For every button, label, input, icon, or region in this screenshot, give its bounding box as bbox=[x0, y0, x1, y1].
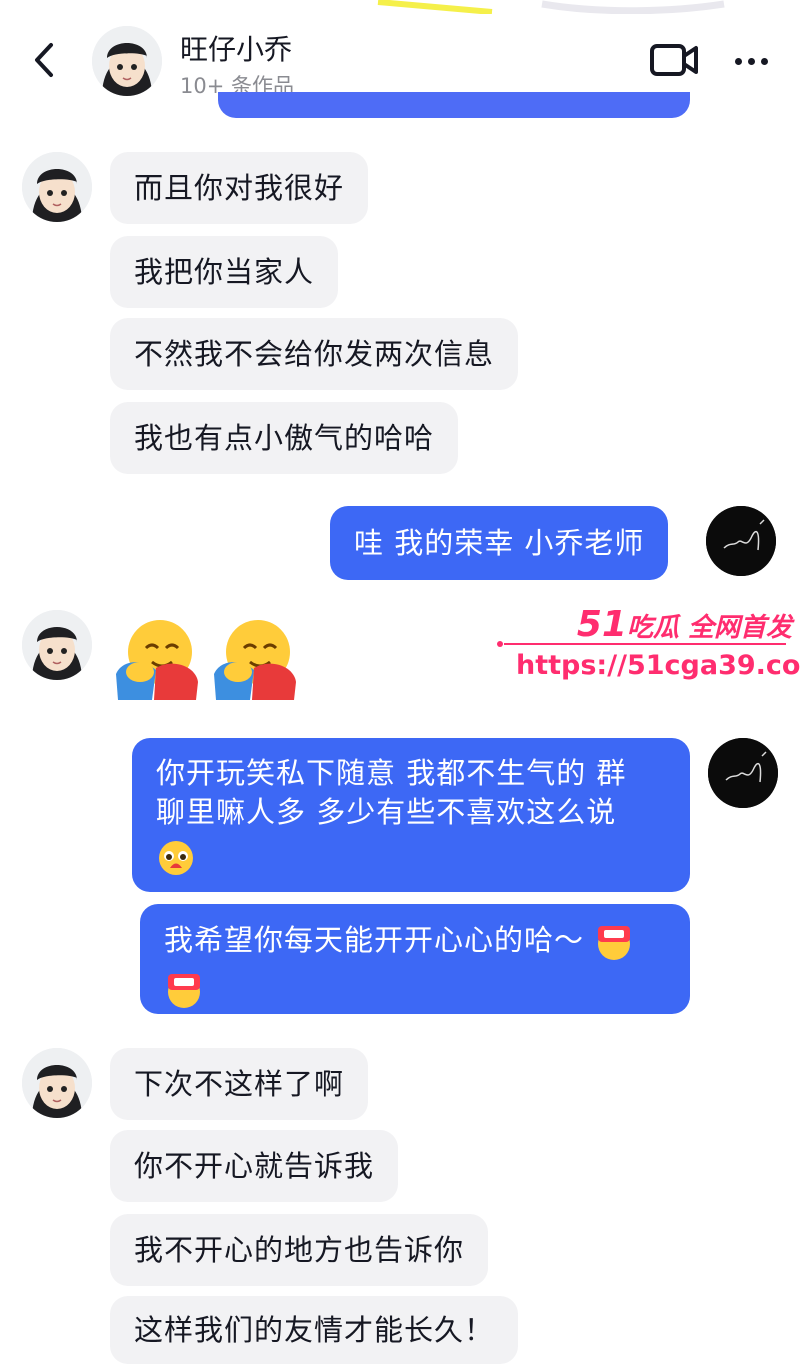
sender-avatar[interactable] bbox=[22, 1048, 92, 1118]
hugging-face-emoji-icon[interactable] bbox=[210, 612, 300, 702]
watermark-circuit-line-icon bbox=[497, 641, 786, 647]
watermark-brand: 51吃瓜 全网首发 bbox=[577, 604, 792, 645]
more-options-button[interactable] bbox=[728, 44, 774, 78]
contact-avatar[interactable] bbox=[92, 26, 162, 96]
cheer-jiayou-emoji-icon bbox=[168, 974, 200, 1008]
cartoon-girl-avatar-icon bbox=[22, 610, 92, 680]
pleading-face-emoji-icon bbox=[159, 841, 193, 875]
more-dots-icon bbox=[734, 57, 742, 65]
signature-avatar-icon bbox=[708, 738, 778, 808]
signature-avatar-icon bbox=[706, 506, 776, 576]
my-avatar[interactable] bbox=[706, 506, 776, 576]
chevron-left-icon bbox=[35, 43, 53, 77]
video-call-button[interactable] bbox=[648, 40, 700, 80]
cartoon-girl-avatar-icon bbox=[92, 26, 162, 96]
sender-avatar[interactable] bbox=[22, 610, 92, 680]
message-bubble-incoming[interactable]: 这样我们的友情才能长久！ bbox=[110, 1296, 519, 1364]
cheer-jiayou-emoji-icon bbox=[598, 926, 631, 960]
video-call-icon bbox=[650, 44, 698, 76]
message-bubble-outgoing[interactable]: 哇 我的荣幸 小乔老师 bbox=[330, 506, 669, 580]
back-button[interactable] bbox=[24, 38, 64, 82]
hugging-face-emoji-icon[interactable] bbox=[112, 612, 202, 702]
cartoon-girl-avatar-icon bbox=[22, 152, 92, 222]
message-bubble-incoming[interactable]: 我把你当家人 bbox=[110, 236, 339, 308]
message-line: 你开玩笑私下随意 我都不生气的 群 bbox=[156, 756, 627, 790]
message-line: 我希望你每天能开开心心的哈～ bbox=[164, 923, 585, 957]
message-bubble-incoming[interactable]: 不然我不会给你发两次信息 bbox=[110, 318, 519, 390]
chat-header: 旺仔小乔 10+ 条作品 bbox=[0, 0, 800, 120]
message-bubble-incoming[interactable]: 我不开心的地方也告诉你 bbox=[110, 1214, 489, 1286]
message-bubble-outgoing[interactable]: 你开玩笑私下随意 我都不生气的 群 聊里嘛人多 多少有些不喜欢这么说 bbox=[132, 738, 690, 892]
cartoon-girl-avatar-icon bbox=[22, 1048, 92, 1118]
sender-avatar[interactable] bbox=[22, 152, 92, 222]
more-dots-icon bbox=[747, 57, 755, 65]
contact-name[interactable]: 旺仔小乔 bbox=[180, 28, 292, 68]
message-bubble-incoming[interactable]: 而且你对我很好 bbox=[110, 152, 369, 224]
watermark: 51吃瓜 全网首发 https://51cga39.com bbox=[496, 600, 800, 700]
message-line: 聊里嘛人多 多少有些不喜欢这么说 bbox=[156, 795, 617, 829]
message-bubble-incoming[interactable]: 下次不这样了啊 bbox=[110, 1048, 369, 1120]
watermark-brand-text: 吃瓜 全网首发 bbox=[626, 613, 792, 643]
message-bubble-outgoing[interactable]: 我希望你每天能开开心心的哈～ bbox=[140, 904, 690, 1014]
more-dots-icon bbox=[760, 57, 768, 65]
my-avatar[interactable] bbox=[708, 738, 778, 808]
message-bubble-incoming[interactable]: 我也有点小傲气的哈哈 bbox=[110, 402, 459, 474]
scribble-decoration bbox=[377, 0, 725, 14]
watermark-brand-number: 51 bbox=[576, 604, 627, 645]
watermark-url: https://51cga39.com bbox=[516, 650, 800, 681]
previous-message-bubble bbox=[218, 92, 690, 118]
message-bubble-incoming[interactable]: 你不开心就告诉我 bbox=[110, 1130, 399, 1202]
